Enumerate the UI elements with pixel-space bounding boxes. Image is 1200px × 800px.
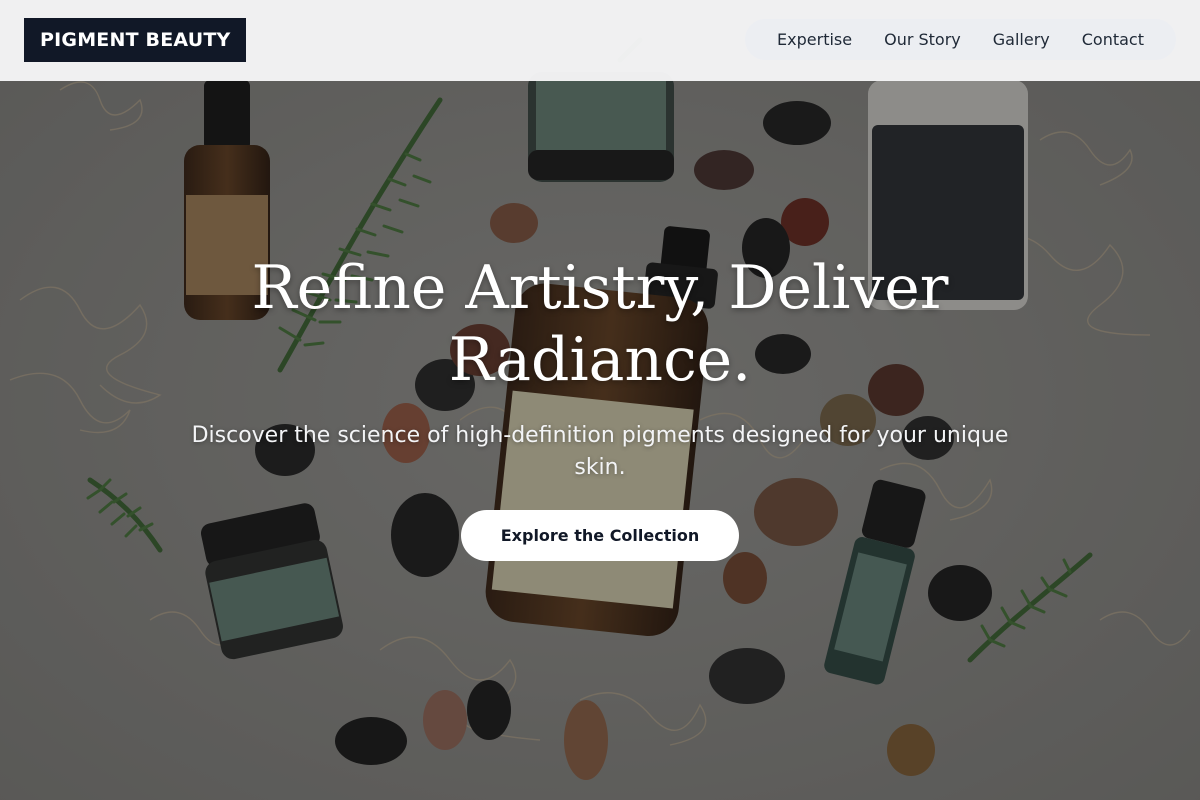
nav-link-expertise[interactable]: Expertise <box>761 19 868 60</box>
hero-title: Refine Artistry, Deliver Radiance. <box>251 253 949 395</box>
nav-link-our-story[interactable]: Our Story <box>868 19 977 60</box>
landing-page: Refine Artistry, Deliver Radiance. Disco… <box>0 0 1200 800</box>
hero-section: Refine Artistry, Deliver Radiance. Disco… <box>0 0 1200 800</box>
nav-link-gallery[interactable]: Gallery <box>977 19 1066 60</box>
site-header: PIGMENT BEAUTY Expertise Our Story Galle… <box>0 0 1200 81</box>
nav-link-contact[interactable]: Contact <box>1066 19 1160 60</box>
main-navigation: Expertise Our Story Gallery Contact <box>745 19 1176 60</box>
explore-collection-button[interactable]: Explore the Collection <box>461 510 739 561</box>
hero-subtitle: Discover the science of high-definition … <box>191 423 1009 480</box>
brand-logo[interactable]: PIGMENT BEAUTY <box>24 18 247 62</box>
